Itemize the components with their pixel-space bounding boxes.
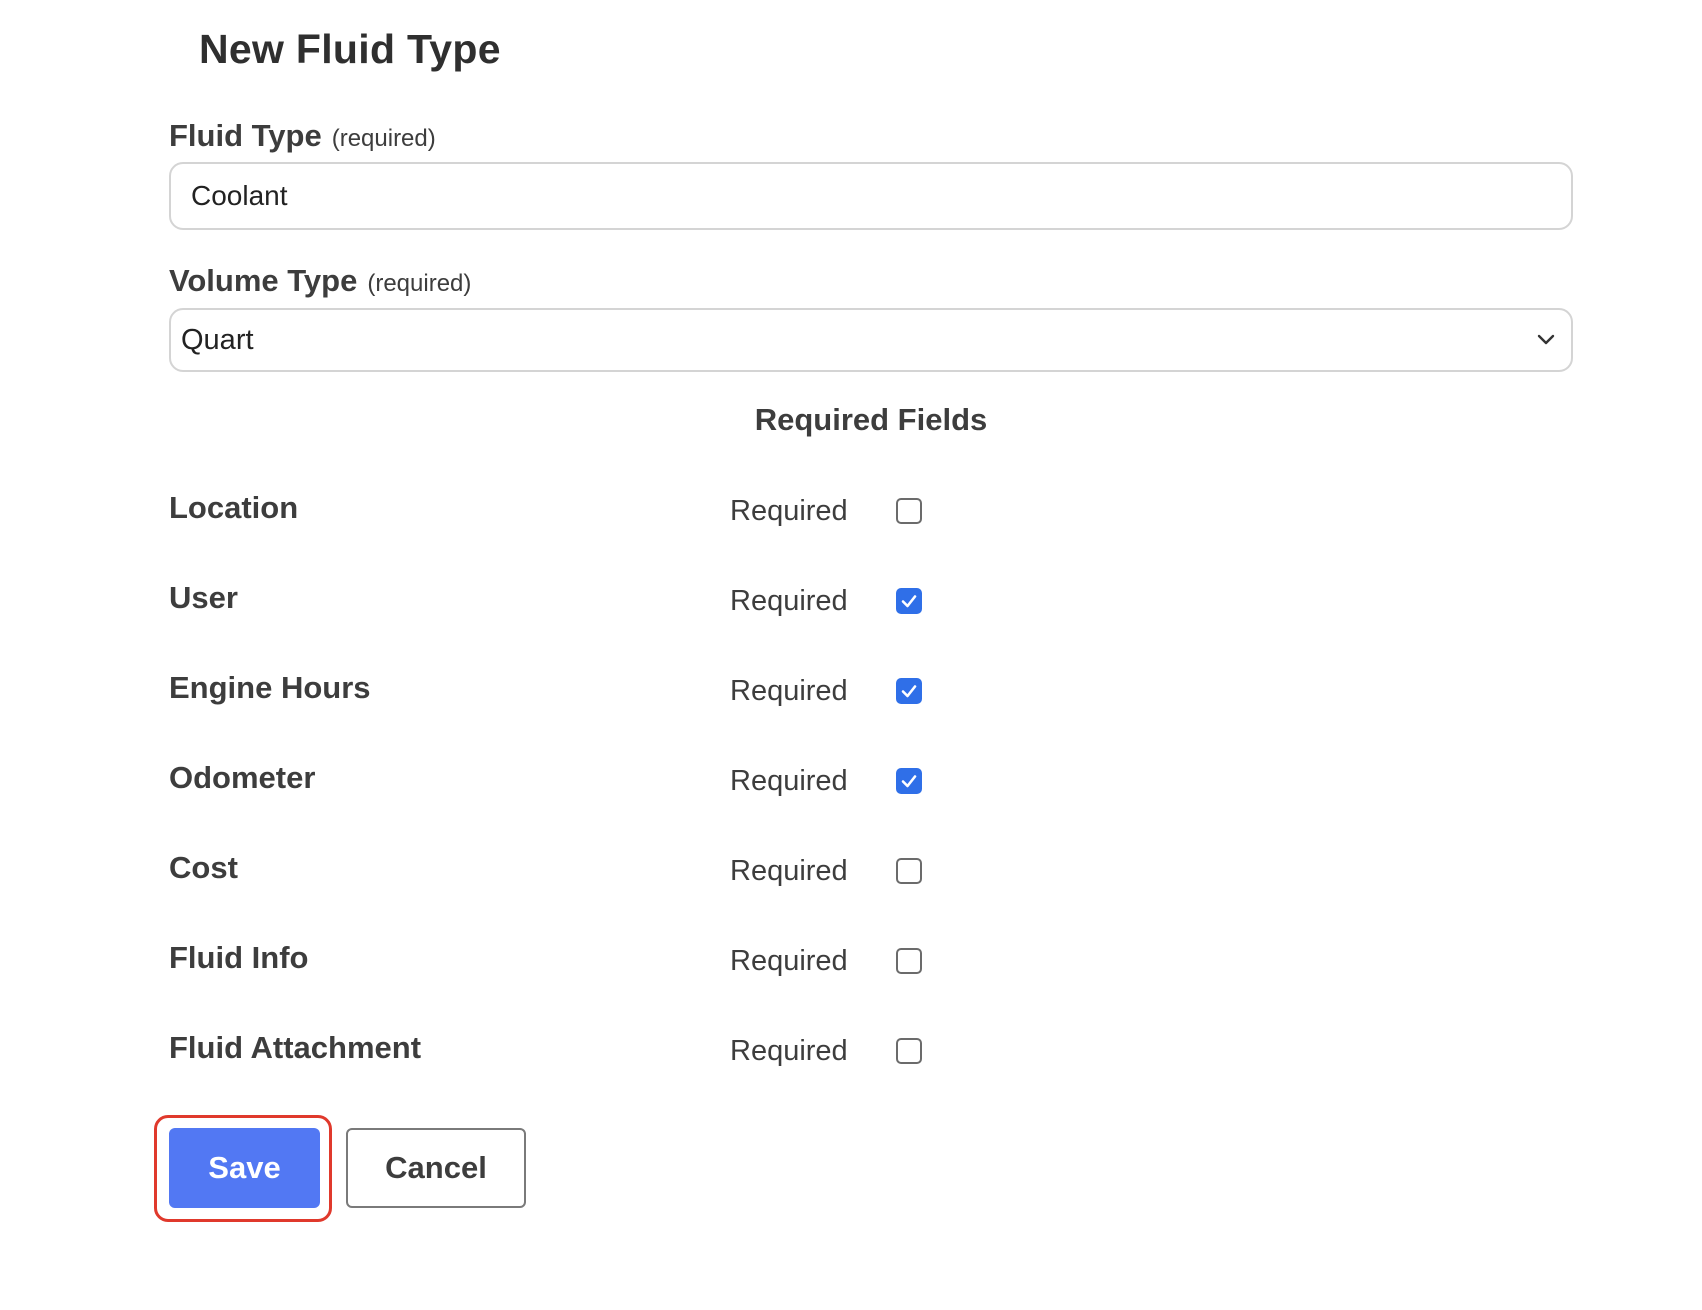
required-field-label: Cost — [169, 850, 238, 885]
volume-type-label: Volume Type (required) — [169, 263, 471, 299]
required-field-label: Engine Hours — [169, 670, 371, 705]
volume-type-select[interactable]: Quart — [169, 308, 1573, 372]
page-title: New Fluid Type — [199, 26, 501, 72]
fluid-attachment-required-checkbox[interactable] — [896, 1038, 922, 1064]
chevron-down-icon — [1537, 334, 1555, 345]
user-required-checkbox[interactable] — [896, 588, 922, 614]
required-field-row-user: User Required — [169, 580, 1069, 640]
required-field-label: Fluid Attachment — [169, 1030, 422, 1065]
location-required-checkbox[interactable] — [896, 498, 922, 524]
required-field-row-engine-hours: Engine Hours Required — [169, 670, 1069, 730]
required-field-row-odometer: Odometer Required — [169, 760, 1069, 820]
required-text: Required — [730, 1035, 848, 1067]
required-text: Required — [730, 945, 848, 977]
fluid-type-input[interactable] — [169, 162, 1573, 230]
checkmark-icon — [901, 685, 917, 698]
required-text: Required — [730, 855, 848, 887]
required-field-label: User — [169, 580, 238, 615]
required-text: Required — [730, 495, 848, 527]
fluid-type-label-text: Fluid Type — [169, 118, 322, 153]
required-text: Required — [730, 765, 848, 797]
checkmark-icon — [901, 595, 917, 608]
cancel-button[interactable]: Cancel — [346, 1128, 526, 1208]
required-text: Required — [730, 675, 848, 707]
required-text: Required — [730, 585, 848, 617]
fluid-type-label: Fluid Type (required) — [169, 118, 436, 154]
required-field-row-location: Location Required — [169, 490, 1069, 550]
required-fields-heading: Required Fields — [754, 402, 988, 437]
save-button[interactable]: Save — [169, 1128, 320, 1208]
required-field-row-fluid-info: Fluid Info Required — [169, 940, 1069, 1000]
fluid-info-required-checkbox[interactable] — [896, 948, 922, 974]
engine-hours-required-checkbox[interactable] — [896, 678, 922, 704]
volume-type-selected-value: Quart — [181, 323, 254, 356]
required-field-row-cost: Cost Required — [169, 850, 1069, 910]
required-field-row-fluid-attachment: Fluid Attachment Required — [169, 1030, 1069, 1090]
new-fluid-type-page: New Fluid Type Fluid Type (required) Volu… — [0, 0, 1702, 1310]
fluid-type-required-hint: (required) — [331, 125, 436, 152]
cost-required-checkbox[interactable] — [896, 858, 922, 884]
required-field-label: Fluid Info — [169, 940, 309, 975]
required-field-label: Location — [169, 490, 299, 525]
volume-type-required-hint: (required) — [367, 270, 472, 297]
required-field-label: Odometer — [169, 760, 316, 795]
checkmark-icon — [901, 775, 917, 788]
volume-type-label-text: Volume Type — [169, 263, 358, 298]
odometer-required-checkbox[interactable] — [896, 768, 922, 794]
